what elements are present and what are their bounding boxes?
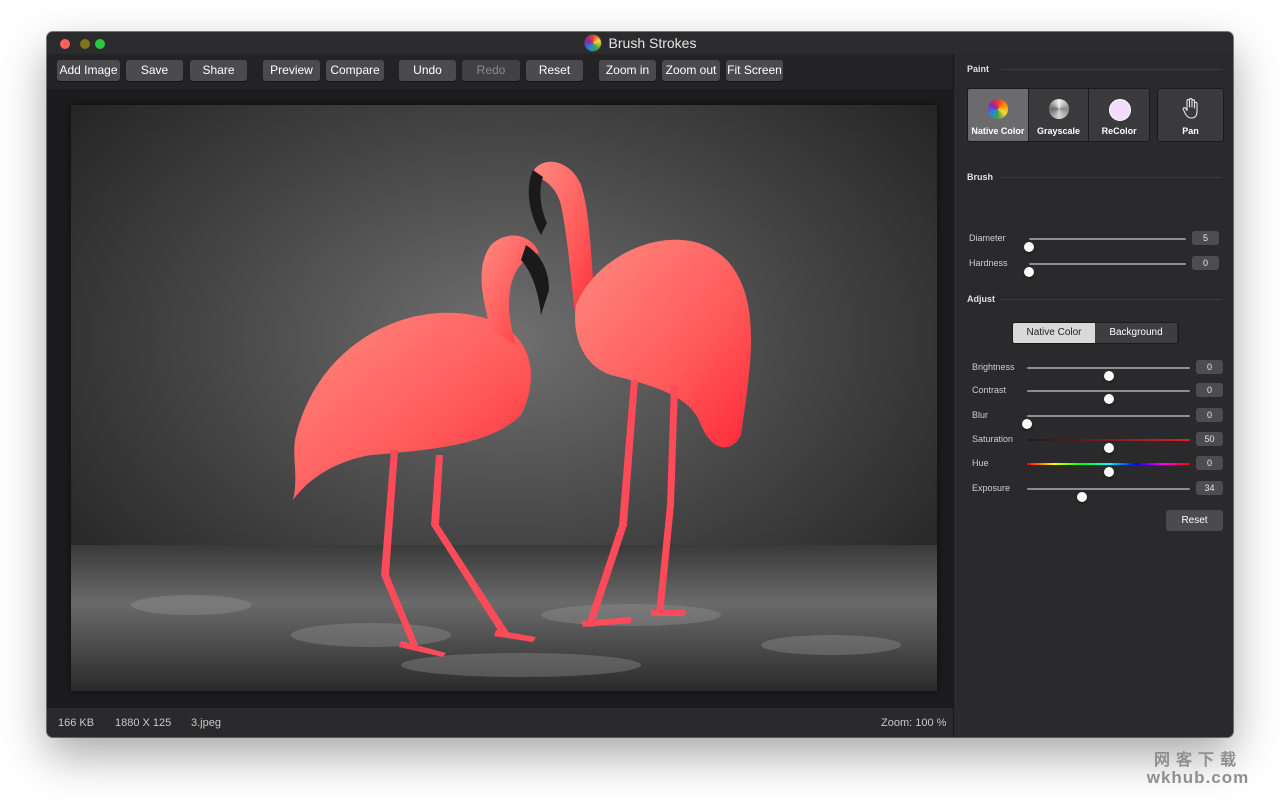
- file-name-label: 3.jpeg: [191, 717, 221, 729]
- diameter-slider-row: Diameter 5: [954, 230, 1233, 252]
- status-bar: 166 KB 1880 X 125 3.jpeg Zoom: 100 %: [47, 707, 953, 737]
- contrast-label: Contrast: [972, 385, 1007, 395]
- app-window: Brush Strokes Add Image Save Share Previ…: [47, 32, 1233, 737]
- redo-button[interactable]: Redo: [462, 60, 520, 81]
- adjust-divider: [1001, 299, 1222, 300]
- recolor-mode-button[interactable]: ReColor: [1089, 89, 1149, 141]
- add-image-button[interactable]: Add Image: [57, 60, 120, 81]
- contrast-slider-row: Contrast 0: [954, 382, 1233, 404]
- brightness-track[interactable]: [1027, 367, 1190, 381]
- zoom-in-button[interactable]: Zoom in: [599, 60, 656, 81]
- recolor-swatch-icon: [1109, 99, 1132, 121]
- brush-divider: [1001, 177, 1222, 178]
- color-wheel-icon: [987, 99, 1008, 119]
- hue-value[interactable]: 0: [1196, 456, 1223, 470]
- title-bar: Brush Strokes: [47, 32, 1233, 55]
- reset-button[interactable]: Reset: [526, 60, 583, 81]
- file-size-label: 166 KB: [58, 717, 95, 729]
- native-color-mode-label: Native Color: [971, 126, 1025, 136]
- window-title: Brush Strokes: [608, 35, 697, 51]
- hue-slider-knob[interactable]: [1103, 467, 1114, 477]
- saturation-value[interactable]: 50: [1196, 432, 1223, 446]
- hardness-value[interactable]: 0: [1192, 256, 1219, 270]
- exposure-label: Exposure: [972, 483, 1011, 493]
- brightness-slider-knob[interactable]: [1103, 371, 1114, 381]
- flamingo-photo[interactable]: [71, 105, 937, 691]
- hardness-label: Hardness: [969, 258, 1008, 268]
- blur-track[interactable]: [1022, 415, 1190, 429]
- compare-button[interactable]: Compare: [326, 60, 384, 81]
- watermark: 网客下载 wkhub.com: [1138, 746, 1258, 788]
- toolbar: Add Image Save Share Preview Compare Und…: [47, 54, 953, 89]
- brightness-value[interactable]: 0: [1196, 360, 1223, 374]
- adjust-native-color-tab[interactable]: Native Color: [1013, 323, 1095, 343]
- blur-slider-knob[interactable]: [1022, 419, 1032, 429]
- diameter-label: Diameter: [969, 233, 1006, 243]
- hardness-slider-row: Hardness 0: [954, 255, 1233, 277]
- contrast-value[interactable]: 0: [1196, 383, 1223, 397]
- grayscale-mode-label: Grayscale: [1036, 126, 1081, 136]
- paint-section-title: Paint: [967, 64, 990, 74]
- hue-slider-row: Hue 0: [954, 455, 1233, 477]
- pan-button[interactable]: Pan: [1157, 88, 1224, 142]
- saturation-track[interactable]: [1027, 439, 1190, 453]
- preview-button[interactable]: Preview: [263, 60, 320, 81]
- diameter-track[interactable]: [1024, 238, 1186, 252]
- diameter-slider-knob[interactable]: [1024, 242, 1034, 252]
- fit-screen-button[interactable]: Fit Screen: [726, 60, 783, 81]
- zoom-out-button[interactable]: Zoom out: [662, 60, 720, 81]
- app-icon: [583, 34, 602, 52]
- hardness-slider-knob[interactable]: [1024, 267, 1034, 277]
- recolor-mode-label: ReColor: [1101, 126, 1137, 136]
- blur-slider-row: Blur 0: [954, 407, 1233, 429]
- canvas-area[interactable]: [47, 89, 953, 707]
- zoom-level-label: Zoom: 100 %: [881, 717, 947, 729]
- save-button[interactable]: Save: [126, 60, 183, 81]
- brush-section-title: Brush: [967, 172, 994, 182]
- watermark-line-1: 网客下载: [1153, 752, 1242, 769]
- dimensions-label: 1880 X 125: [115, 717, 172, 729]
- contrast-slider-knob[interactable]: [1103, 394, 1114, 404]
- exposure-track[interactable]: [1027, 488, 1190, 502]
- native-color-mode-button[interactable]: Native Color: [968, 89, 1029, 141]
- watermark-line-2: wkhub.com: [1146, 768, 1250, 787]
- sidebar: Paint Native Color Grayscale ReColor Pan…: [953, 54, 1233, 737]
- saturation-slider-knob[interactable]: [1103, 443, 1114, 453]
- adjust-target-selector: Native Color Background: [1012, 322, 1179, 344]
- photo-illustration: [71, 105, 937, 691]
- hue-track[interactable]: [1027, 463, 1190, 477]
- pan-label: Pan: [1182, 126, 1199, 136]
- adjust-section-title: Adjust: [967, 294, 995, 304]
- saturation-slider-row: Saturation 50: [954, 431, 1233, 453]
- share-button[interactable]: Share: [190, 60, 247, 81]
- contrast-track[interactable]: [1027, 390, 1190, 404]
- grayscale-icon: [1048, 99, 1069, 119]
- undo-button[interactable]: Undo: [399, 60, 456, 81]
- exposure-slider-row: Exposure 34: [954, 480, 1233, 502]
- blur-value[interactable]: 0: [1196, 408, 1223, 422]
- saturation-label: Saturation: [972, 434, 1014, 444]
- adjust-background-tab[interactable]: Background: [1095, 323, 1177, 343]
- brightness-label: Brightness: [972, 362, 1015, 372]
- diameter-value[interactable]: 5: [1192, 231, 1219, 245]
- blur-label: Blur: [972, 410, 989, 420]
- grayscale-mode-button[interactable]: Grayscale: [1028, 89, 1090, 141]
- adjust-reset-button[interactable]: Reset: [1166, 510, 1223, 531]
- hand-icon: [1182, 98, 1198, 119]
- brightness-slider-row: Brightness 0: [954, 359, 1233, 381]
- hue-label: Hue: [972, 458, 989, 468]
- exposure-slider-knob[interactable]: [1077, 492, 1088, 502]
- paint-divider: [1001, 69, 1222, 70]
- exposure-value[interactable]: 34: [1196, 481, 1223, 495]
- hardness-track[interactable]: [1024, 263, 1186, 277]
- paint-mode-selector: Native Color Grayscale ReColor: [967, 88, 1150, 142]
